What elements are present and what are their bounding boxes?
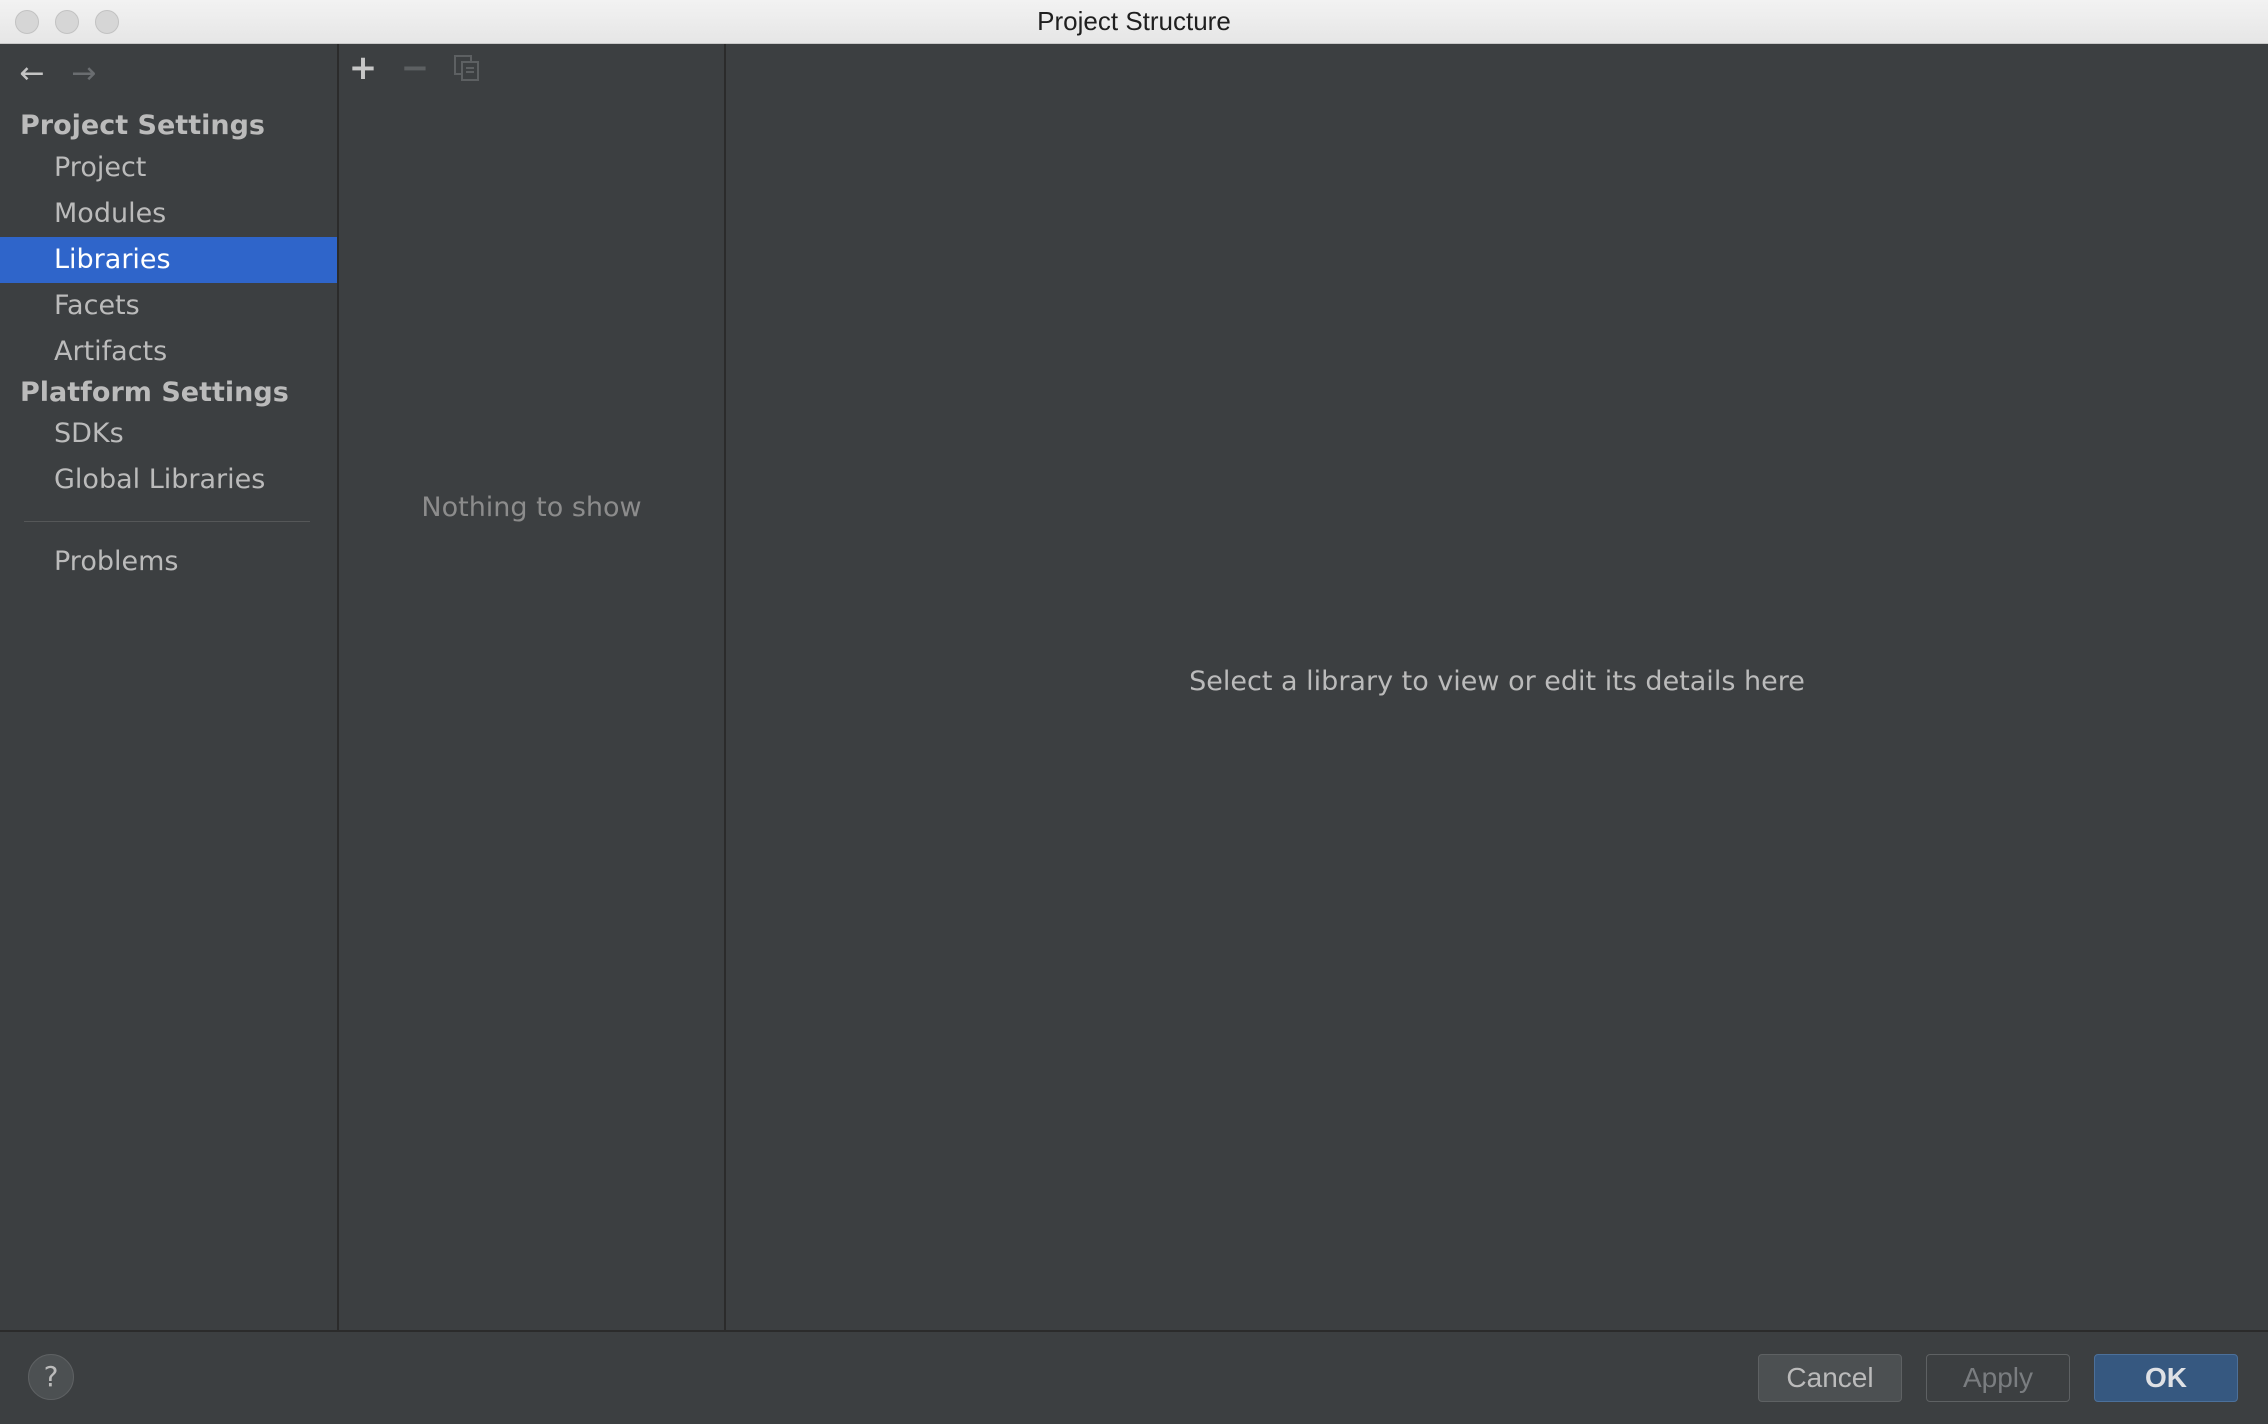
window-title: Project Structure bbox=[1037, 6, 1231, 36]
empty-list-message: Nothing to show bbox=[421, 492, 642, 523]
arrow-right-icon[interactable]: → bbox=[64, 54, 104, 94]
sidebar-divider bbox=[24, 521, 310, 522]
sidebar-item-modules[interactable]: Modules bbox=[0, 191, 337, 237]
sidebar-item-facets[interactable]: Facets bbox=[0, 283, 337, 329]
project-settings-header: Project Settings bbox=[20, 110, 265, 141]
sidebar-item-artifacts[interactable]: Artifacts bbox=[0, 329, 337, 375]
platform-settings-header: Platform Settings bbox=[20, 377, 289, 408]
sidebar-item-global-libraries[interactable]: Global Libraries bbox=[0, 457, 337, 503]
copy-icon[interactable] bbox=[449, 50, 485, 86]
title-bar: Project Structure bbox=[0, 0, 2268, 44]
project-structure-dialog: Project Structure ← → Project Settings P… bbox=[0, 0, 2268, 1424]
ok-button[interactable]: OK bbox=[2094, 1354, 2238, 1402]
settings-sidebar: ← → Project Settings Project Modules Lib… bbox=[0, 44, 339, 1330]
dialog-button-bar: ? Cancel Apply OK bbox=[0, 1330, 2268, 1424]
arrow-left-icon[interactable]: ← bbox=[12, 54, 52, 94]
sidebar-item-project[interactable]: Project bbox=[0, 145, 337, 191]
plus-icon[interactable]: + bbox=[345, 50, 381, 86]
library-list-panel: + − Nothing to show bbox=[339, 44, 726, 1330]
sidebar-item-libraries[interactable]: Libraries bbox=[0, 237, 337, 283]
detail-placeholder-text: Select a library to view or edit its det… bbox=[1189, 666, 1805, 697]
sidebar-item-sdks[interactable]: SDKs bbox=[0, 411, 337, 457]
library-detail-panel: Select a library to view or edit its det… bbox=[726, 44, 2268, 1330]
apply-button[interactable]: Apply bbox=[1926, 1354, 2070, 1402]
sidebar-item-problems[interactable]: Problems bbox=[0, 539, 337, 585]
minus-icon[interactable]: − bbox=[397, 50, 433, 86]
help-icon[interactable]: ? bbox=[28, 1354, 74, 1400]
cancel-button[interactable]: Cancel bbox=[1758, 1354, 1902, 1402]
